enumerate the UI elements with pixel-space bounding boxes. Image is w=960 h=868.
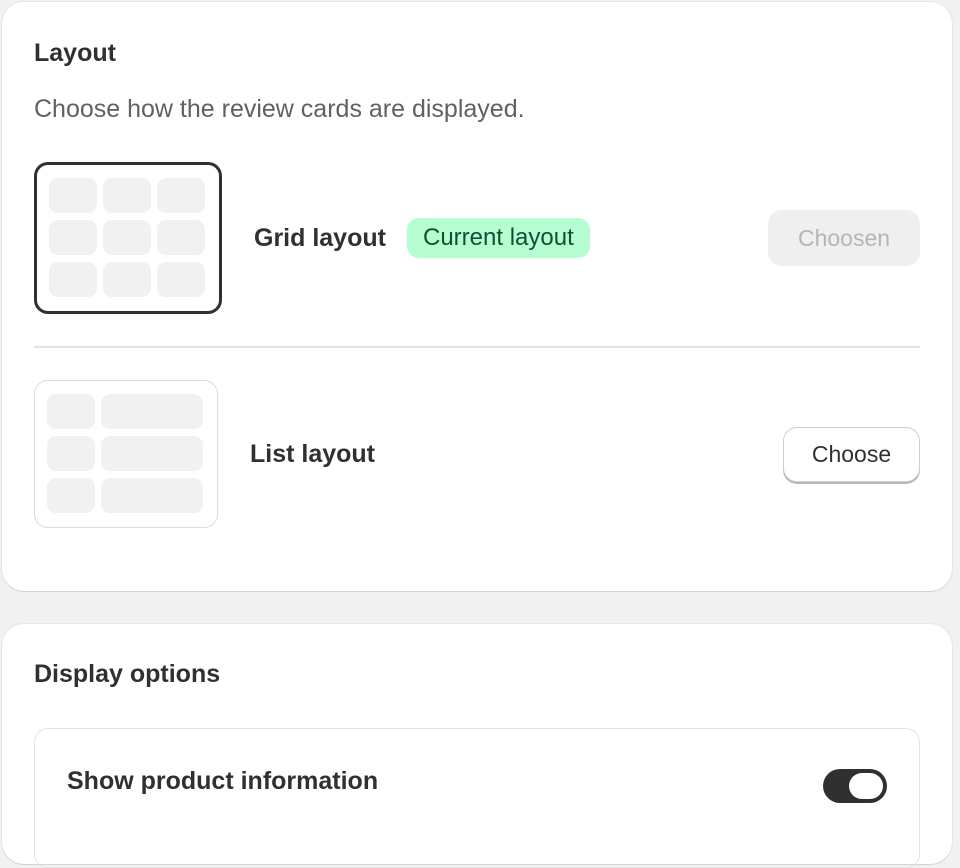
option-divider [34, 346, 920, 348]
layout-card: Layout Choose how the review cards are d… [2, 2, 952, 591]
layout-card-title: Layout [34, 39, 116, 67]
thumbnail-cell [157, 178, 205, 213]
thumbnail-cell [49, 262, 97, 297]
thumbnail-cell [157, 262, 205, 297]
display-options-title: Display options [34, 660, 221, 688]
choose-button[interactable]: Choose [783, 427, 920, 482]
show-product-information-setting: Show product information [34, 728, 920, 868]
thumbnail-cell [101, 436, 203, 471]
thumbnail-cell [103, 262, 151, 297]
thumbnail-cell [49, 220, 97, 255]
thumbnail-cell [49, 178, 97, 213]
thumbnail-cell [103, 220, 151, 255]
choosen-button[interactable]: Choosen [768, 210, 920, 266]
display-options-card: Display options Show product information [2, 624, 952, 868]
thumbnail-cell [47, 436, 95, 471]
grid-layout-label: Grid layout [254, 224, 386, 252]
thumbnail-cell [47, 478, 95, 513]
grid-layout-thumbnail[interactable] [34, 162, 222, 314]
thumbnail-cell [101, 478, 203, 513]
thumbnail-cell [47, 394, 95, 429]
thumbnail-cell [157, 220, 205, 255]
layout-card-subtitle: Choose how the review cards are displaye… [34, 95, 525, 123]
toggle-knob [849, 773, 883, 799]
current-layout-badge: Current layout [407, 218, 590, 258]
list-layout-label: List layout [250, 440, 376, 468]
thumbnail-cell [101, 394, 203, 429]
thumbnail-cell [103, 178, 151, 213]
show-product-information-toggle[interactable] [823, 769, 887, 803]
show-product-information-label: Show product information [67, 767, 379, 795]
list-layout-thumbnail[interactable] [34, 380, 218, 528]
